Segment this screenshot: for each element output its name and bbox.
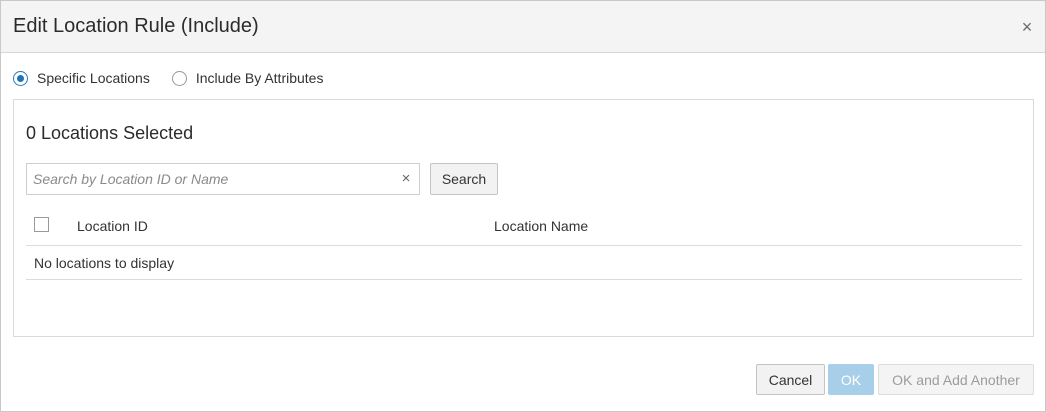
column-header-location-id[interactable]: Location ID [77, 218, 148, 234]
edit-location-rule-dialog: Edit Location Rule (Include) × Specific … [0, 0, 1046, 412]
dialog-title: Edit Location Rule (Include) [13, 15, 259, 37]
locations-selected-count: 0 Locations Selected [26, 123, 194, 143]
ok-and-add-another-button[interactable]: OK and Add Another [878, 364, 1034, 395]
clear-icon[interactable]: × [399, 170, 413, 188]
radio-button-checked[interactable] [13, 70, 28, 86]
search-button[interactable]: Search [430, 163, 498, 195]
table-empty-row: No locations to display [26, 246, 1022, 280]
location-search-box: × [26, 163, 420, 195]
location-mode-radio-group: Specific Locations Include By Attributes [13, 68, 345, 88]
locations-panel: 0 Locations Selected × Search Location I… [13, 99, 1034, 337]
ok-button[interactable]: OK [828, 364, 874, 395]
dialog-header: Edit Location Rule (Include) × [1, 1, 1045, 53]
radio-label-include-by-attributes: Include By Attributes [195, 70, 324, 86]
empty-table-message: No locations to display [34, 255, 175, 271]
radio-button-unchecked[interactable] [171, 70, 187, 86]
radio-label-specific-locations: Specific Locations [37, 70, 150, 86]
close-icon[interactable]: × [1019, 17, 1035, 37]
locations-table: Location ID Location Name No locations t… [26, 207, 1022, 280]
location-search-input[interactable] [27, 164, 389, 194]
table-header: Location ID Location Name [26, 207, 1022, 246]
cancel-button[interactable]: Cancel [756, 364, 825, 395]
radio-include-by-attributes[interactable]: Include By Attributes [171, 70, 324, 86]
column-header-location-name[interactable]: Location Name [494, 218, 588, 234]
radio-specific-locations[interactable]: Specific Locations [13, 70, 150, 86]
select-all-checkbox[interactable] [34, 217, 49, 232]
